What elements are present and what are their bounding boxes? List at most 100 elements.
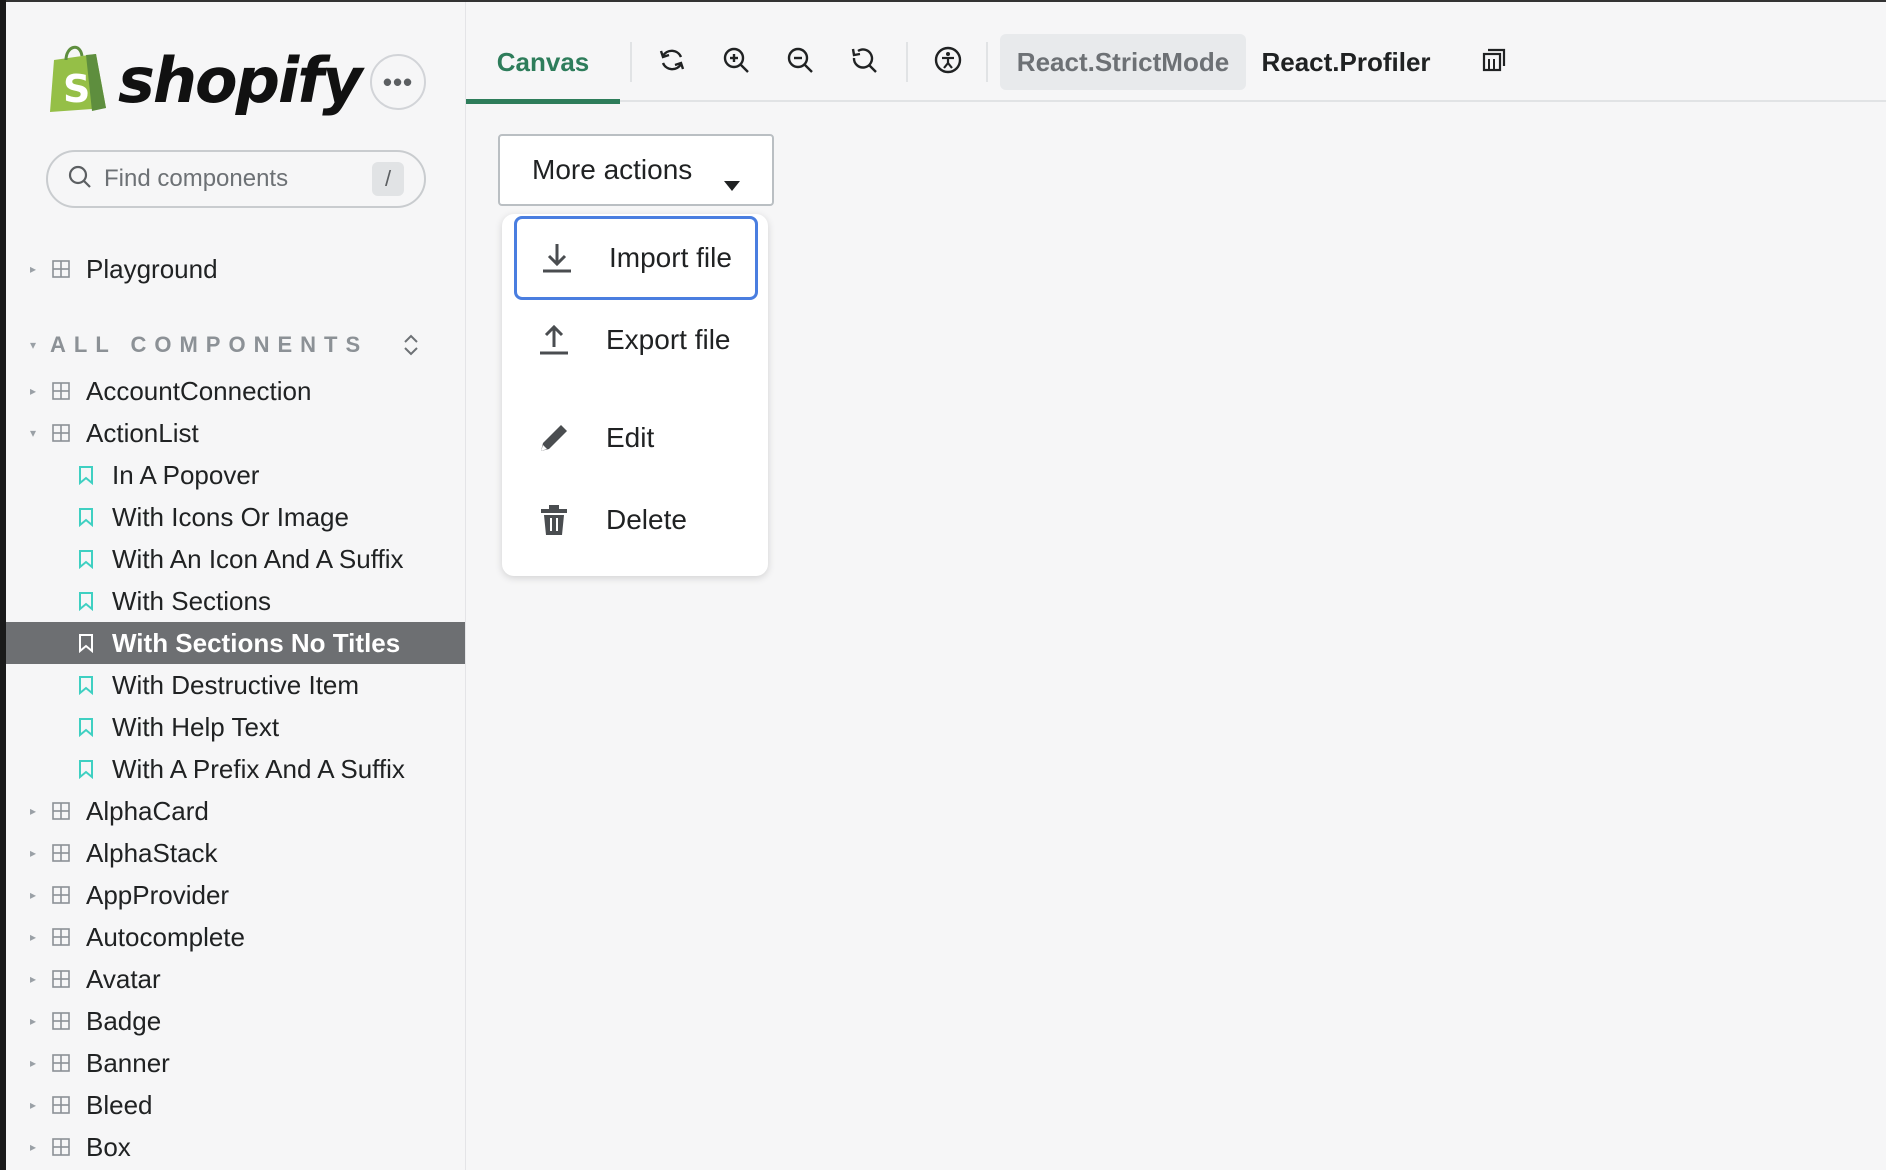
sidebar-item-label: Badge	[86, 1005, 162, 1036]
zoom-out-button[interactable]	[780, 42, 820, 82]
sidebar: S shopify ••• Find components / ▸ Playgr…	[6, 2, 466, 1170]
sidebar-item-label: AlphaStack	[86, 837, 218, 868]
story-item[interactable]: With A Prefix And A Suffix	[6, 748, 465, 790]
sidebar-item-label: Avatar	[86, 963, 161, 994]
component-icon	[52, 802, 70, 820]
component-icon	[52, 424, 70, 442]
sidebar-item-alphacard[interactable]: ▸ AlphaCard	[6, 790, 465, 832]
story-item[interactable]: With An Icon And A Suffix	[6, 538, 465, 580]
story-label: In A Popover	[112, 459, 260, 490]
caret-right-icon: ▸	[29, 930, 37, 944]
pencil-icon	[534, 421, 574, 455]
search-shortcut-key: /	[372, 162, 404, 196]
story-label: With Destructive Item	[112, 669, 360, 700]
sidebar-item-autocomplete[interactable]: ▸ Autocomplete	[6, 916, 465, 958]
bookmark-icon	[78, 717, 94, 737]
component-icon	[52, 1012, 70, 1030]
sidebar-item-label: ActionList	[86, 417, 199, 448]
svg-text:S: S	[63, 67, 90, 111]
story-label: With An Icon And A Suffix	[112, 543, 404, 574]
story-item[interactable]: With Sections	[6, 580, 465, 622]
component-icon	[52, 1138, 70, 1156]
bookmark-icon	[78, 465, 94, 485]
all-components-header[interactable]: ▾ ALL COMPONENTS	[6, 327, 465, 364]
toolbar-divider	[630, 42, 632, 82]
story-item[interactable]: With Destructive Item	[6, 664, 465, 706]
sidebar-item-playground[interactable]: ▸ Playground	[6, 248, 465, 290]
caret-right-icon: ▸	[29, 1098, 37, 1112]
menu-item-label: Import file	[609, 242, 732, 273]
sidebar-item-avatar[interactable]: ▸ Avatar	[6, 958, 465, 1000]
component-icon	[52, 1054, 70, 1072]
sidebar-item-alphastack[interactable]: ▸ AlphaStack	[6, 832, 465, 874]
story-label: With Icons Or Image	[112, 501, 349, 532]
component-icon	[52, 844, 70, 862]
search-icon	[68, 165, 92, 194]
tab-canvas[interactable]: Canvas	[466, 22, 620, 104]
story-item[interactable]: With Help Text	[6, 706, 465, 748]
story-label: With A Prefix And A Suffix	[112, 753, 405, 784]
component-icon	[52, 928, 70, 946]
component-icon	[52, 382, 70, 400]
bookmark-icon	[78, 759, 94, 779]
brand-logo[interactable]: S shopify	[46, 40, 363, 121]
story-label: With Sections No Titles	[112, 627, 401, 658]
trash-icon	[534, 503, 574, 537]
caret-right-icon: ▸	[29, 972, 37, 986]
outline-button[interactable]	[1474, 42, 1514, 82]
sidebar-item-box[interactable]: ▸ Box	[6, 1126, 465, 1168]
story-item[interactable]: With Icons Or Image	[6, 496, 465, 538]
caret-right-icon: ▸	[29, 1056, 37, 1070]
refresh-icon	[657, 45, 687, 80]
sidebar-item-label: Autocomplete	[86, 921, 245, 952]
section-label: ALL COMPONENTS	[50, 332, 369, 357]
sidebar-item-label: Box	[86, 1131, 131, 1162]
sidebar-item-appprovider[interactable]: ▸ AppProvider	[6, 874, 465, 916]
more-actions-button[interactable]: More actions	[498, 134, 774, 206]
story-item-selected[interactable]: With Sections No Titles	[6, 622, 465, 664]
sidebar-item-label: Playground	[86, 253, 218, 284]
sidebar-item-label: Banner	[86, 1047, 170, 1078]
zoom-in-button[interactable]	[716, 42, 756, 82]
caret-right-icon: ▸	[29, 804, 37, 818]
sidebar-item-actionlist[interactable]: ▾ ActionList	[6, 412, 465, 454]
menu-item-export-file[interactable]: Export file	[514, 298, 758, 382]
menu-item-label: Edit	[606, 422, 655, 453]
caret-right-icon: ▸	[29, 846, 37, 860]
refresh-button[interactable]	[652, 42, 692, 82]
story-item[interactable]: In A Popover	[6, 454, 465, 496]
sidebar-item-badge[interactable]: ▸ Badge	[6, 1000, 465, 1042]
caret-down-icon	[724, 166, 740, 198]
preview-toolbar: Canvas React.StrictMode React.Profiler	[466, 22, 1886, 104]
sidebar-item-banner[interactable]: ▸ Banner	[6, 1042, 465, 1084]
menu-item-label: Export file	[606, 324, 731, 355]
zoom-in-icon	[721, 45, 751, 80]
story-label: With Help Text	[112, 711, 280, 742]
bookmark-icon	[78, 633, 94, 653]
menu-item-edit[interactable]: Edit	[514, 396, 758, 480]
accessibility-button[interactable]	[928, 42, 968, 82]
strict-mode-toggle[interactable]: React.StrictMode	[1000, 34, 1246, 90]
caret-right-icon: ▸	[29, 1140, 37, 1154]
expand-collapse-icon[interactable]	[402, 331, 420, 364]
search-placeholder: Find components	[104, 165, 289, 192]
caret-right-icon: ▸	[29, 384, 37, 398]
menu-item-import-file[interactable]: Import file	[514, 216, 758, 300]
more-actions-label: More actions	[532, 154, 693, 185]
bookmark-icon	[78, 675, 94, 695]
sidebar-item-accountconnection[interactable]: ▸ AccountConnection	[6, 370, 465, 412]
reset-zoom-button[interactable]	[844, 42, 884, 82]
sidebar-item-bleed[interactable]: ▸ Bleed	[6, 1084, 465, 1126]
more-options-button[interactable]: •••	[370, 54, 426, 110]
profiler-toggle[interactable]: React.Profiler	[1260, 34, 1432, 90]
caret-down-icon: ▾	[29, 426, 37, 440]
sidebar-item-label: Bleed	[86, 1089, 153, 1120]
component-icon	[52, 886, 70, 904]
menu-item-delete[interactable]: Delete	[514, 478, 758, 562]
story-label: With Sections	[112, 585, 271, 616]
sidebar-item-label: AppProvider	[86, 879, 230, 910]
caret-right-icon: ▸	[29, 888, 37, 902]
ellipsis-icon: •••	[382, 66, 414, 97]
search-field[interactable]: Find components /	[46, 150, 426, 208]
toolbar-divider	[986, 42, 988, 82]
